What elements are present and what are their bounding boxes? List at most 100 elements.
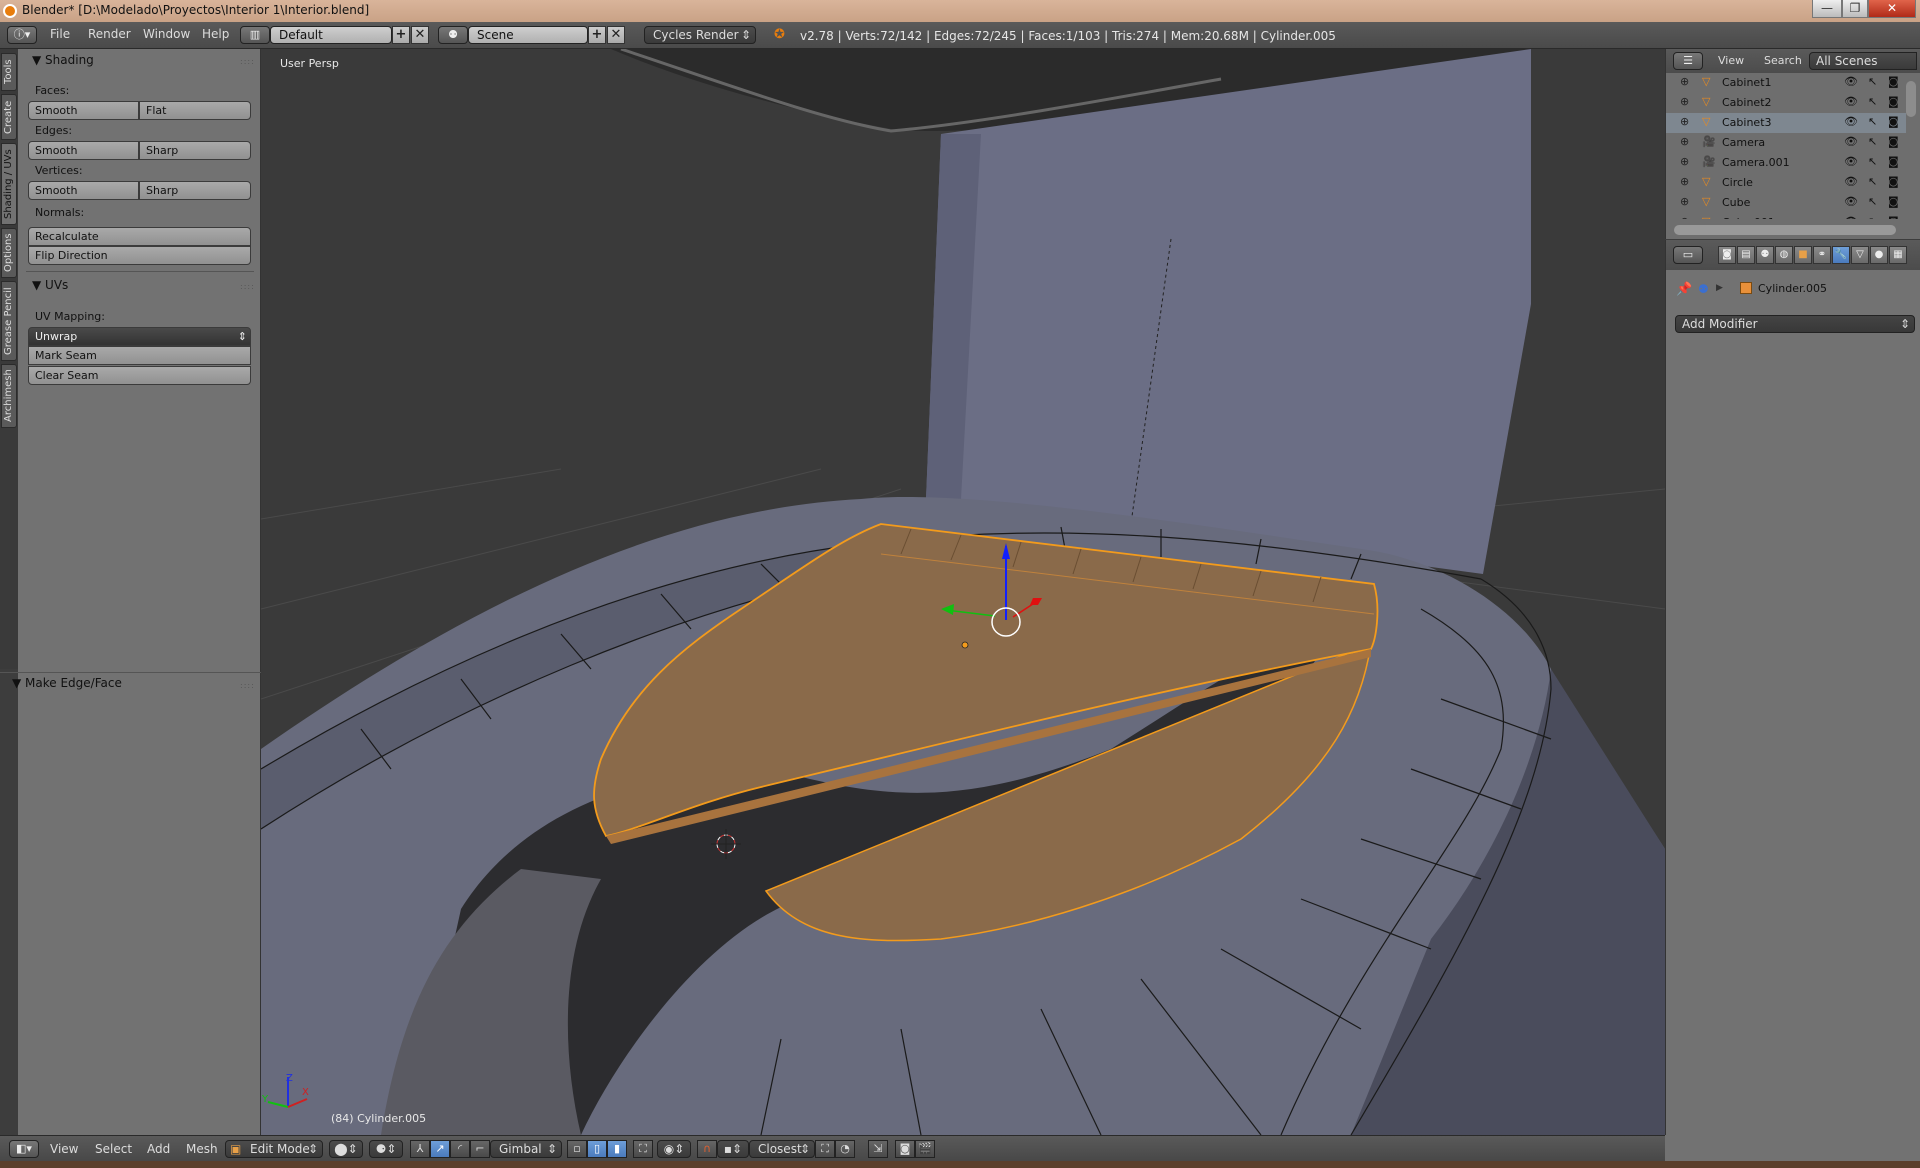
expand-icon[interactable]: ⊕: [1680, 95, 1689, 108]
expand-icon[interactable]: ⊕: [1680, 155, 1689, 168]
panel-grip-icon[interactable]: ::::: [240, 57, 255, 66]
outliner-row[interactable]: ⊕ 🎥 Camera.001 👁 ↖ ◙: [1666, 153, 1906, 173]
face-select-icon[interactable]: ▮: [607, 1140, 627, 1158]
visibility-eye-icon[interactable]: 👁: [1844, 115, 1858, 128]
constraints-tab-icon[interactable]: ⚭: [1813, 246, 1831, 264]
renderable-camera-icon[interactable]: ◙: [1888, 135, 1899, 148]
recalculate-normals-button[interactable]: Recalculate: [28, 227, 251, 246]
renderable-camera-icon[interactable]: ◙: [1888, 95, 1899, 108]
selectable-cursor-icon[interactable]: ↖: [1868, 75, 1877, 88]
rotate-manipulator-icon[interactable]: ◜: [450, 1140, 470, 1158]
shading-panel-header[interactable]: ▼ Shading: [32, 53, 94, 67]
render-layers-tab-icon[interactable]: ▤: [1737, 246, 1755, 264]
edges-sharp-button[interactable]: Sharp: [139, 141, 251, 160]
outliner-row[interactable]: ⊕ ▽ Cabinet3 👁 ↖ ◙: [1666, 113, 1906, 133]
selectable-cursor-icon[interactable]: ↖: [1868, 95, 1877, 108]
renderable-camera-icon[interactable]: ◙: [1888, 195, 1899, 208]
renderable-camera-icon[interactable]: ◙: [1888, 175, 1899, 188]
outliner-row-name[interactable]: Cabinet1: [1722, 76, 1772, 89]
visibility-eye-icon[interactable]: 👁: [1844, 215, 1858, 219]
outliner-row-name[interactable]: Camera.001: [1722, 156, 1790, 169]
menu-help[interactable]: Help: [202, 27, 229, 41]
expand-icon[interactable]: ⊕: [1680, 175, 1689, 188]
manipulator-toggle-icon[interactable]: ⅄: [410, 1140, 430, 1158]
renderable-camera-icon[interactable]: ◙: [1888, 115, 1899, 128]
material-tab-icon[interactable]: ●: [1870, 246, 1888, 264]
selectable-cursor-icon[interactable]: ↖: [1868, 115, 1877, 128]
add-screen-button[interactable]: +: [392, 26, 410, 44]
outliner-menu-view[interactable]: View: [1718, 54, 1744, 67]
screen-layout-icon[interactable]: ▥: [240, 26, 270, 44]
selectable-cursor-icon[interactable]: ↖: [1868, 155, 1877, 168]
expand-icon[interactable]: ⊕: [1680, 115, 1689, 128]
data-tab-icon[interactable]: ▽: [1851, 246, 1869, 264]
viewport-shading-select[interactable]: ⬤⇕: [329, 1140, 363, 1158]
selectable-cursor-icon[interactable]: ↖: [1868, 195, 1877, 208]
restore-button[interactable]: ❐: [1842, 0, 1868, 18]
outliner-horizontal-scrollbar[interactable]: [1674, 225, 1896, 235]
outliner-row-name[interactable]: Cube.001: [1722, 216, 1775, 219]
translate-manipulator-icon[interactable]: ↗: [430, 1140, 450, 1158]
faces-smooth-button[interactable]: Smooth: [28, 101, 139, 120]
remove-scene-button[interactable]: ✕: [607, 26, 625, 44]
edge-select-icon[interactable]: ▯: [587, 1140, 607, 1158]
visibility-eye-icon[interactable]: 👁: [1844, 75, 1858, 88]
unwrap-menu[interactable]: Unwrap ⇕: [28, 327, 251, 346]
tab-grease-pencil[interactable]: Grease Pencil: [1, 281, 17, 361]
outliner-row-name[interactable]: Camera: [1722, 136, 1765, 149]
snap-magnet-icon[interactable]: ∩: [697, 1140, 717, 1158]
minimize-button[interactable]: —: [1812, 0, 1842, 18]
layers-shortcut-icon[interactable]: ⇲: [868, 1140, 888, 1158]
remove-screen-button[interactable]: ✕: [411, 26, 429, 44]
limit-selection-visible-icon[interactable]: ⛶: [633, 1140, 653, 1158]
expand-icon[interactable]: ⊕: [1680, 75, 1689, 88]
vertex-select-icon[interactable]: ▫: [567, 1140, 587, 1158]
outliner-row[interactable]: ⊕ ▽ Cabinet2 👁 ↖ ◙: [1666, 93, 1906, 113]
edges-smooth-button[interactable]: Smooth: [28, 141, 139, 160]
world-tab-icon[interactable]: ◍: [1775, 246, 1793, 264]
tab-options[interactable]: Options: [1, 228, 17, 278]
tab-archimesh[interactable]: Archimesh: [1, 364, 17, 428]
snap-element-select[interactable]: ▪⇕: [717, 1140, 749, 1158]
opengl-animation-icon[interactable]: 🎬: [915, 1140, 935, 1158]
editor-type-3d-view-icon[interactable]: ◧▾: [9, 1140, 39, 1158]
mark-seam-button[interactable]: Mark Seam: [28, 346, 251, 365]
interaction-mode-select[interactable]: ▣ Edit Mode ⇕: [225, 1140, 323, 1158]
visibility-eye-icon[interactable]: 👁: [1844, 155, 1858, 168]
menu-render[interactable]: Render: [88, 27, 131, 41]
transform-orientation-select[interactable]: Gimbal ⇕: [490, 1140, 562, 1158]
outliner-row[interactable]: ⊕ ▽ Cabinet1 👁 ↖ ◙: [1666, 73, 1906, 93]
expand-icon[interactable]: ⊕: [1680, 135, 1689, 148]
object-tab-icon[interactable]: ■: [1794, 246, 1812, 264]
pin-icon[interactable]: 📌: [1676, 282, 1692, 297]
render-tab-icon[interactable]: ◙: [1718, 246, 1736, 264]
selectable-cursor-icon[interactable]: ↖: [1868, 175, 1877, 188]
tab-tools[interactable]: Tools: [1, 53, 17, 91]
scale-manipulator-icon[interactable]: ⌐: [470, 1140, 490, 1158]
menu-file[interactable]: File: [50, 27, 70, 41]
expand-icon[interactable]: ⊕: [1680, 215, 1689, 219]
texture-tab-icon[interactable]: ▦: [1889, 246, 1907, 264]
tab-create[interactable]: Create: [1, 94, 17, 140]
3d-viewport[interactable]: User Persp Z Y X (84) Cylinder.005: [261, 49, 1665, 1135]
renderable-camera-icon[interactable]: ◙: [1888, 155, 1899, 168]
vertices-sharp-button[interactable]: Sharp: [139, 181, 251, 200]
modifiers-tab-icon[interactable]: 🔧: [1832, 246, 1850, 264]
viewport-canvas[interactable]: [261, 49, 1665, 1135]
vertices-smooth-button[interactable]: Smooth: [28, 181, 139, 200]
operator-panel-header[interactable]: ▼ Make Edge/Face: [12, 676, 122, 690]
editor-type-info-icon[interactable]: ⓘ▾: [7, 26, 37, 44]
add-scene-button[interactable]: +: [588, 26, 606, 44]
outliner-vertical-scrollbar[interactable]: [1906, 81, 1916, 117]
visibility-eye-icon[interactable]: 👁: [1844, 195, 1858, 208]
menu-window[interactable]: Window: [143, 27, 190, 41]
tab-shading-uvs[interactable]: Shading / UVs: [1, 143, 17, 225]
outliner-row-name[interactable]: Cabinet2: [1722, 96, 1772, 109]
renderable-camera-icon[interactable]: ◙: [1888, 215, 1899, 219]
uvs-panel-header[interactable]: ▼ UVs: [32, 278, 68, 292]
visibility-eye-icon[interactable]: 👁: [1844, 175, 1858, 188]
outliner-row-name[interactable]: Cabinet3: [1722, 116, 1772, 129]
snap-project-icon[interactable]: ◔: [835, 1140, 855, 1158]
outliner-row-name[interactable]: Cube: [1722, 196, 1750, 209]
screen-layout-field[interactable]: Default: [270, 26, 392, 44]
